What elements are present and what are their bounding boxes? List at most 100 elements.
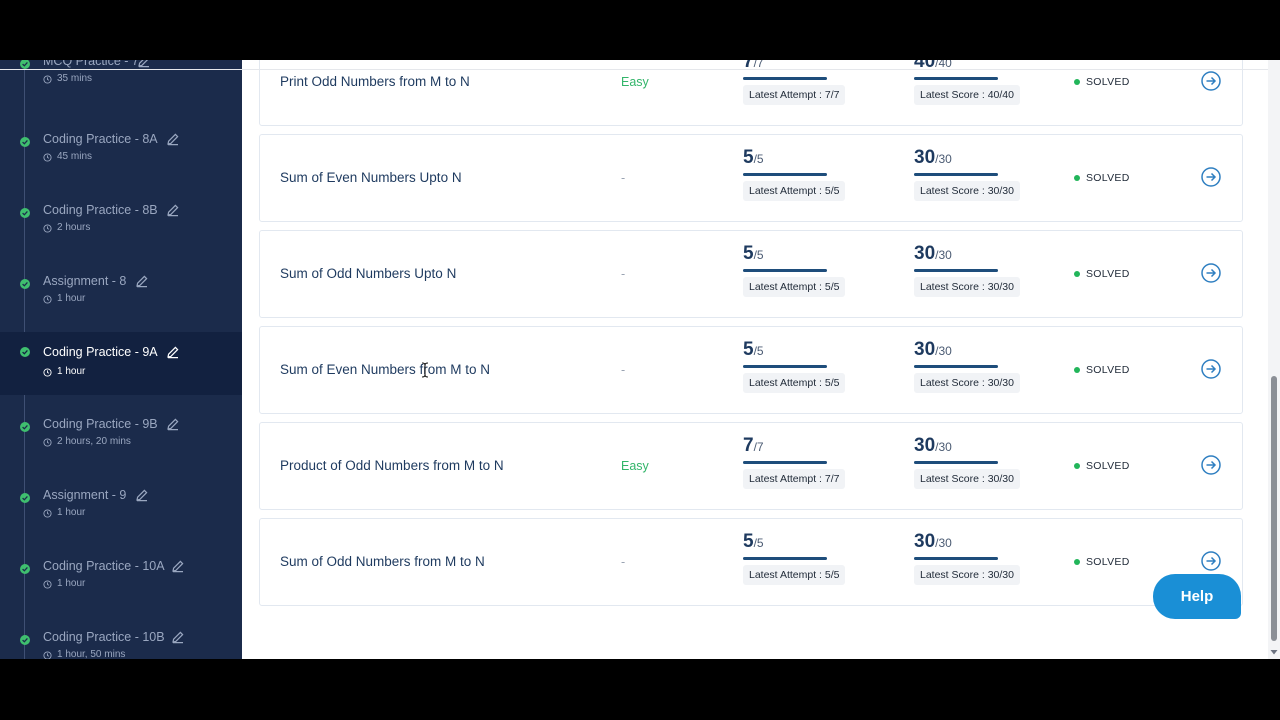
sidebar-item[interactable]: Coding Practice - 10B 1 hour, 50 mins xyxy=(0,627,242,659)
status-text: SOLVED xyxy=(1086,172,1130,184)
question-list: Print Odd Numbers from M to N Easy 7/7 L… xyxy=(242,60,1268,659)
latest-attempt-badge: Latest Attempt : 5/5 xyxy=(743,277,846,297)
question-title[interactable]: Sum of Even Numbers from M to N xyxy=(280,361,490,379)
status-dot xyxy=(1074,367,1080,373)
sidebar-item[interactable]: Coding Practice - 8A 45 mins xyxy=(0,129,242,192)
difficulty-label: Easy xyxy=(621,459,649,473)
latest-attempt-badge: Latest Attempt : 5/5 xyxy=(743,565,846,585)
question-title[interactable]: Sum of Odd Numbers from M to N xyxy=(280,553,485,571)
question-title[interactable]: Print Odd Numbers from M to N xyxy=(280,73,470,91)
score-total: /30 xyxy=(935,536,952,550)
attempts-value: 5 xyxy=(743,243,754,264)
attempts-progress-bar xyxy=(743,461,827,464)
arrow-right-circle-icon[interactable] xyxy=(1201,263,1221,283)
score-value: 30 xyxy=(914,243,936,264)
question-row[interactable]: Sum of Even Numbers from M to N - 5/5 La… xyxy=(259,326,1243,414)
latest-attempt-badge: Latest Attempt : 5/5 xyxy=(743,181,846,201)
clock-icon xyxy=(43,295,52,304)
latest-score-badge: Latest Score : 30/30 xyxy=(914,181,1020,201)
attempts-value: 5 xyxy=(743,531,754,552)
sidebar-item-duration: 2 hours xyxy=(57,222,91,233)
attempts-metric: 7/7 Latest Attempt : 7/7 xyxy=(743,433,873,493)
sidebar-item[interactable]: Coding Practice - 10A 1 hour xyxy=(0,556,242,619)
sidebar-item-duration: 1 hour xyxy=(57,293,86,304)
check-circle-icon xyxy=(20,208,30,218)
check-circle-icon xyxy=(20,137,30,147)
score-value: 30 xyxy=(914,531,936,552)
sidebar-item-duration: 45 mins xyxy=(57,151,93,162)
score-progress-bar xyxy=(914,557,998,560)
question-title[interactable]: Product of Odd Numbers from M to N xyxy=(280,457,504,475)
sidebar-item-duration: 1 hour xyxy=(57,507,86,518)
sidebar-item-duration: 1 hour xyxy=(57,578,86,589)
edit-icon[interactable] xyxy=(137,60,151,68)
difficulty-label: - xyxy=(621,363,626,377)
score-metric: 30/30 Latest Score : 30/30 xyxy=(914,241,1044,301)
arrow-right-circle-icon[interactable] xyxy=(1201,455,1221,475)
check-circle-icon xyxy=(20,564,30,574)
edit-icon[interactable] xyxy=(171,630,185,644)
scrollbar-thumb[interactable] xyxy=(1271,376,1277,641)
question-title[interactable]: Sum of Odd Numbers Upto N xyxy=(280,265,456,283)
attempts-metric: 7/7 Latest Attempt : 7/7 xyxy=(743,60,873,109)
edit-icon[interactable] xyxy=(166,203,180,217)
latest-score-badge: Latest Score : 30/30 xyxy=(914,565,1020,585)
sidebar-item-duration: 35 mins xyxy=(57,73,93,84)
edit-icon[interactable] xyxy=(166,132,180,146)
status-badge: SOLVED xyxy=(1074,553,1130,571)
help-button[interactable]: Help xyxy=(1153,574,1241,619)
score-progress-bar xyxy=(914,461,998,464)
scroll-down-arrow-icon[interactable] xyxy=(1270,648,1278,656)
sidebar-item-active[interactable]: Coding Practice - 9A 1 hour xyxy=(0,332,242,395)
arrow-right-circle-icon[interactable] xyxy=(1201,551,1221,571)
arrow-right-circle-icon[interactable] xyxy=(1201,359,1221,379)
score-progress-bar xyxy=(914,269,998,272)
status-text: SOLVED xyxy=(1086,76,1130,88)
question-row[interactable]: Sum of Odd Numbers from M to N - 5/5 Lat… xyxy=(259,518,1243,606)
score-progress-bar xyxy=(914,365,998,368)
status-badge: SOLVED xyxy=(1074,265,1130,283)
latest-score-badge: Latest Score : 40/40 xyxy=(914,85,1020,105)
status-text: SOLVED xyxy=(1086,268,1130,280)
question-row[interactable]: Sum of Odd Numbers Upto N - 5/5 Latest A… xyxy=(259,230,1243,318)
status-text: SOLVED xyxy=(1086,460,1130,472)
attempts-total: /5 xyxy=(753,248,764,262)
clock-icon xyxy=(43,75,52,84)
score-metric: 30/30 Latest Score : 30/30 xyxy=(914,529,1044,589)
edit-icon[interactable] xyxy=(166,345,180,359)
clock-icon xyxy=(43,438,52,447)
latest-attempt-badge: Latest Attempt : 7/7 xyxy=(743,85,846,105)
status-text: SOLVED xyxy=(1086,364,1130,376)
difficulty-label: Easy xyxy=(621,75,649,89)
question-title[interactable]: Sum of Even Numbers Upto N xyxy=(280,169,462,187)
edit-icon[interactable] xyxy=(166,417,180,431)
latest-score-badge: Latest Score : 30/30 xyxy=(914,277,1020,297)
arrow-right-circle-icon[interactable] xyxy=(1201,167,1221,187)
question-row[interactable]: Product of Odd Numbers from M to N Easy … xyxy=(259,422,1243,510)
attempts-progress-bar xyxy=(743,557,827,560)
sidebar-item[interactable]: Coding Practice - 9B 2 hours, 20 mins xyxy=(0,414,242,477)
scrollbar[interactable] xyxy=(1268,60,1280,659)
status-badge: SOLVED xyxy=(1074,361,1130,379)
question-row[interactable]: Sum of Even Numbers Upto N - 5/5 Latest … xyxy=(259,134,1243,222)
sidebar-item-title: Assignment - 9 xyxy=(43,488,127,502)
check-circle-icon xyxy=(20,60,30,69)
attempts-total: /5 xyxy=(753,536,764,550)
sidebar-item[interactable]: Assignment - 8 1 hour xyxy=(0,271,242,334)
edit-icon[interactable] xyxy=(135,488,149,502)
arrow-right-circle-icon[interactable] xyxy=(1201,71,1221,91)
sidebar-item[interactable]: Assignment - 9 1 hour xyxy=(0,485,242,548)
attempts-value: 7 xyxy=(743,435,754,456)
score-total: /30 xyxy=(935,248,952,262)
attempts-value: 7 xyxy=(743,60,754,72)
attempts-progress-bar xyxy=(743,173,827,176)
edit-icon[interactable] xyxy=(171,559,185,573)
attempts-metric: 5/5 Latest Attempt : 5/5 xyxy=(743,529,873,589)
score-value: 30 xyxy=(914,147,936,168)
latest-attempt-badge: Latest Attempt : 5/5 xyxy=(743,373,846,393)
edit-icon[interactable] xyxy=(135,274,149,288)
sidebar-item[interactable]: Coding Practice - 8B 2 hours xyxy=(0,200,242,263)
sidebar-item-title: Coding Practice - 9A xyxy=(43,345,158,359)
sidebar: MCQ Practice - 7 35 mins Coding Practice… xyxy=(0,60,242,659)
score-value: 30 xyxy=(914,435,936,456)
